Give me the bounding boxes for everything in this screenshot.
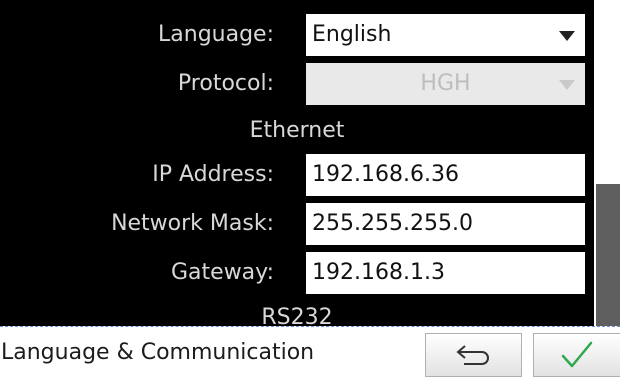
- screen-title: Language & Communication: [1, 340, 315, 365]
- ip-address-field[interactable]: 192.168.6.36: [306, 154, 585, 196]
- protocol-label: Protocol:: [177, 71, 274, 96]
- settings-pane[interactable]: Language: English Protocol: HGH Ethernet…: [0, 0, 594, 326]
- dropdown-arrow-icon: [559, 31, 575, 41]
- undo-arrow-icon: [455, 345, 489, 365]
- checkmark-icon: [561, 341, 593, 368]
- footer-bar: Language & Communication: [0, 327, 620, 378]
- language-select[interactable]: English: [306, 14, 585, 56]
- dropdown-arrow-icon: [559, 80, 575, 90]
- rs232-heading: RS232: [261, 305, 333, 326]
- back-button[interactable]: [425, 333, 522, 377]
- network-mask-value: 255.255.255.0: [312, 211, 473, 236]
- ethernet-heading: Ethernet: [249, 118, 345, 143]
- settings-screen: Language: English Protocol: HGH Ethernet…: [0, 0, 620, 378]
- gateway-value: 192.168.1.3: [312, 260, 445, 285]
- network-mask-label: Network Mask:: [111, 211, 274, 236]
- ip-address-label: IP Address:: [152, 162, 274, 187]
- ip-address-value: 192.168.6.36: [312, 162, 459, 187]
- protocol-select: HGH: [306, 63, 585, 105]
- language-value: English: [312, 22, 392, 47]
- gateway-label: Gateway:: [171, 260, 274, 285]
- network-mask-field[interactable]: 255.255.255.0: [306, 203, 585, 245]
- vertical-scrollbar[interactable]: [594, 0, 620, 326]
- language-label: Language:: [158, 22, 274, 47]
- confirm-button[interactable]: [533, 333, 620, 377]
- scrollbar-thumb[interactable]: [596, 184, 620, 326]
- protocol-value: HGH: [420, 71, 471, 96]
- gateway-field[interactable]: 192.168.1.3: [306, 252, 585, 294]
